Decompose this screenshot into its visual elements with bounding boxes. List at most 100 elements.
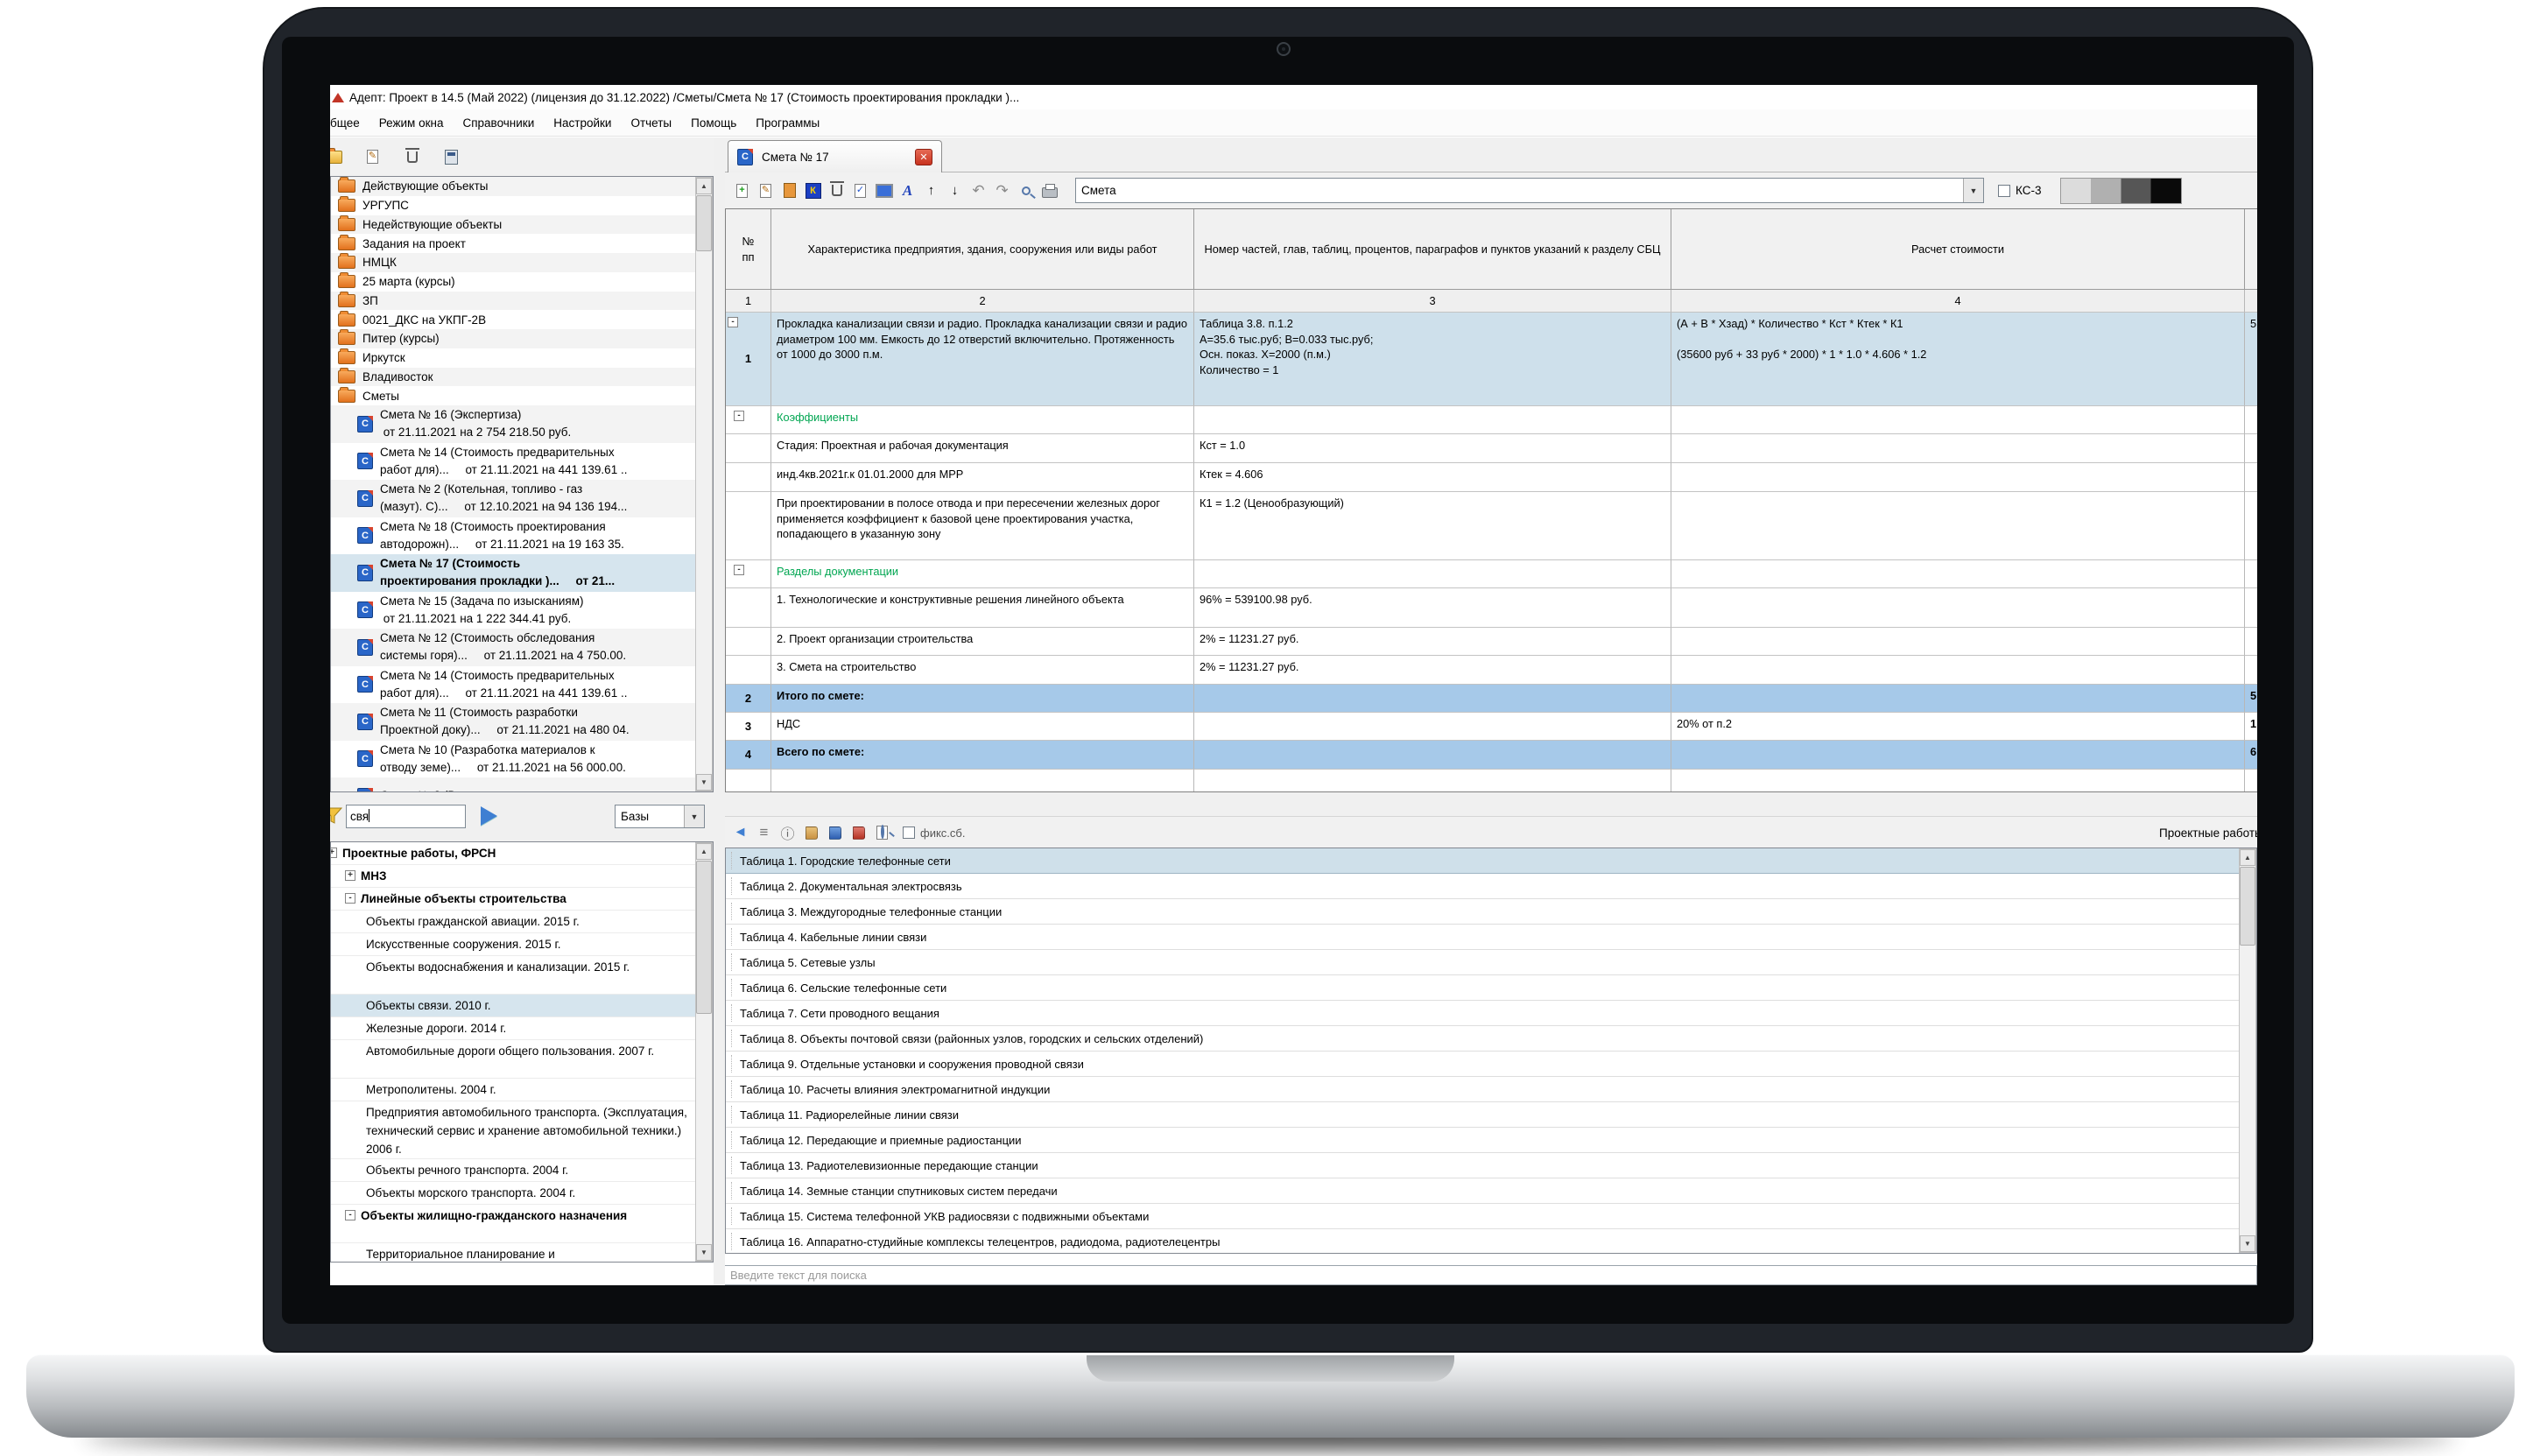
cell-group-label[interactable]: Разделы документации: [771, 560, 1194, 588]
document-search-icon[interactable]: [870, 821, 894, 845]
menu-item-obshchee[interactable]: бщее: [330, 116, 360, 130]
list-item-table[interactable]: Таблица 7. Сети проводного вещания: [726, 1001, 2241, 1026]
tables-list-scrollbar[interactable]: ▲ ▼: [2239, 848, 2256, 1253]
cell-value[interactable]: Ктек = 4.606: [1194, 463, 1671, 492]
table-row-coefficient[interactable]: При проектировании в полосе отвода и при…: [726, 492, 2257, 560]
catalog-group[interactable]: -Объекты жилищно-гражданского назначения: [331, 1205, 697, 1243]
collapse-icon[interactable]: -: [734, 411, 744, 421]
cell-description[interactable]: Прокладка канализации связи и радио. Про…: [771, 313, 1194, 406]
bases-dropdown[interactable]: Базы ▼: [615, 805, 705, 828]
fixed-collection-checkbox[interactable]: [903, 826, 915, 839]
close-icon[interactable]: ✕: [915, 149, 932, 165]
grayscale-swatch[interactable]: [2060, 178, 2182, 204]
tree-folder[interactable]: УРГУПС: [331, 196, 697, 215]
tree-estimate-item[interactable]: CСмета № 11 (Стоимость разработкиПроектн…: [331, 703, 697, 741]
table-row-vat[interactable]: 3 НДС 20% от п.2 1: [726, 713, 2257, 741]
list-item-table[interactable]: Таблица 2. Документальная электросвязь: [726, 874, 2241, 899]
cell-description[interactable]: 3. Смета на строительство: [771, 656, 1194, 685]
list-item-table[interactable]: Таблица 15. Система телефонной УКВ радио…: [726, 1204, 2241, 1229]
filter-icon[interactable]: [330, 806, 342, 826]
scrollbar-thumb[interactable]: [696, 861, 712, 1014]
scrollbar-thumb[interactable]: [2240, 867, 2255, 946]
vertical-splitter[interactable]: [714, 137, 725, 1285]
menu-item-nastroyki[interactable]: Настройки: [553, 116, 611, 130]
list-item-table[interactable]: Таблица 3. Междугородные телефонные стан…: [726, 899, 2241, 925]
scroll-down-icon[interactable]: ▼: [696, 1244, 712, 1261]
tree-folder[interactable]: 0021_ДКС на УКПГ-2В: [331, 310, 697, 329]
undo-icon[interactable]: ↶: [967, 179, 990, 202]
menu-item-programmy[interactable]: Программы: [756, 116, 820, 130]
horizontal-splitter[interactable]: [725, 792, 2257, 816]
tree-folder[interactable]: 25 марта (курсы): [331, 272, 697, 292]
expander-icon[interactable]: +: [331, 848, 337, 858]
chevron-down-icon[interactable]: ▼: [684, 805, 704, 827]
list-item-table[interactable]: Таблица 14. Земные станции спутниковых с…: [726, 1178, 2241, 1204]
catalog-item[interactable]: Искусственные сооружения. 2015 г.: [331, 933, 697, 956]
new-object-icon[interactable]: [330, 145, 345, 169]
list-item-table[interactable]: Таблица 11. Радиорелейные линии связи: [726, 1102, 2241, 1128]
catalog-search-input[interactable]: свя: [346, 805, 466, 828]
cell-total-label[interactable]: Всего по смете:: [771, 741, 1194, 770]
chevron-down-icon[interactable]: ▼: [1963, 179, 1983, 202]
table-row-position[interactable]: -1 Прокладка канализации связи и радио. …: [726, 313, 2257, 406]
collapse-icon[interactable]: -: [728, 317, 738, 327]
edit-icon[interactable]: ✎: [361, 145, 384, 169]
tree-folder[interactable]: Задания на проект: [331, 234, 697, 253]
table-row-section[interactable]: 2. Проект организации строительства 2% =…: [726, 628, 2257, 656]
reference-search-input[interactable]: [725, 1265, 2257, 1285]
tree-estimate-item[interactable]: CСмета № 3 (Воздушные линии: [331, 777, 697, 791]
scroll-up-icon[interactable]: ▲: [696, 843, 712, 860]
cell-value[interactable]: Кст = 1.0: [1194, 434, 1671, 463]
ks3-checkbox[interactable]: [1998, 185, 2010, 197]
menu-item-spravochniki[interactable]: Справочники: [462, 116, 534, 130]
cell-sum-clipped[interactable]: 5: [2245, 685, 2257, 713]
table-row-grand-total[interactable]: 4 Всего по смете: 6: [726, 741, 2257, 770]
catalog-item[interactable]: Метрополитены. 2004 г.: [331, 1079, 697, 1101]
list-item-table-selected[interactable]: Таблица 1. Городские телефонные сети: [726, 848, 2241, 874]
catalog-item[interactable]: Объекты морского транспорта. 2004 г.: [331, 1182, 697, 1205]
catalog-root[interactable]: +Проектные работы, ФРСН: [331, 842, 697, 865]
catalog-tree-scrollbar[interactable]: ▲ ▼: [695, 842, 713, 1262]
list-item-table[interactable]: Таблица 6. Сельские телефонные сети: [726, 975, 2241, 1001]
catalog-item[interactable]: Объекты водоснабжения и канализации. 201…: [331, 956, 697, 995]
collapse-icon[interactable]: -: [734, 565, 744, 575]
catalog-item-selected[interactable]: Объекты связи. 2010 г.: [331, 995, 697, 1017]
tree-estimate-item[interactable]: CСмета № 16 (Экспертиза) от 21.11.2021 н…: [331, 405, 697, 443]
tab-smeta-17[interactable]: C Смета № 17 ✕: [728, 140, 942, 172]
check-row-icon[interactable]: ✓: [848, 179, 872, 202]
table-row-coefficient[interactable]: Стадия: Проектная и рабочая документация…: [726, 434, 2257, 463]
red-book-icon[interactable]: [847, 821, 870, 845]
estimate-mode-dropdown[interactable]: Смета ▼: [1075, 178, 1984, 203]
cell-description[interactable]: При проектировании в полосе отвода и при…: [771, 492, 1194, 560]
tree-estimate-item[interactable]: CСмета № 14 (Стоимость предварительныхра…: [331, 666, 697, 704]
info-icon[interactable]: ⓘ: [776, 821, 799, 845]
list-icon[interactable]: ≡: [752, 821, 776, 845]
cell-value[interactable]: 96% = 539100.98 руб.: [1194, 588, 1671, 628]
font-style-icon[interactable]: A: [896, 179, 919, 202]
scroll-up-icon[interactable]: ▲: [2240, 849, 2255, 866]
tree-estimate-item[interactable]: CСмета № 10 (Разработка материалов котво…: [331, 741, 697, 778]
scroll-down-icon[interactable]: ▼: [696, 774, 712, 791]
tree-estimate-item[interactable]: CСмета № 15 (Задача по изысканиям) от 21…: [331, 592, 697, 630]
calculator-icon[interactable]: [440, 145, 463, 169]
scroll-down-icon[interactable]: ▼: [2240, 1235, 2255, 1252]
cell-description[interactable]: 1. Технологические и конструктивные реше…: [771, 588, 1194, 628]
cell-value[interactable]: 2% = 11231.27 руб.: [1194, 656, 1671, 685]
table-row-section[interactable]: 3. Смета на строительство 2% = 11231.27 …: [726, 656, 2257, 685]
catalog-item[interactable]: Объекты гражданской авиации. 2015 г.: [331, 911, 697, 933]
tree-folder[interactable]: ЗП: [331, 292, 697, 311]
menu-item-rezhim-okna[interactable]: Режим окна: [379, 116, 444, 130]
edit-row-icon[interactable]: ✎: [754, 179, 777, 202]
cell-group-label[interactable]: Коэффициенты: [771, 406, 1194, 434]
list-item-table[interactable]: Таблица 9. Отдельные установки и сооруже…: [726, 1052, 2241, 1077]
paste-icon[interactable]: [777, 179, 801, 202]
list-item-table[interactable]: Таблица 13. Радиотелевизионные передающи…: [726, 1153, 2241, 1178]
scroll-up-icon[interactable]: ▲: [696, 178, 712, 194]
table-row-subtotal[interactable]: 2 Итого по смете: 5: [726, 685, 2257, 713]
table-row-group[interactable]: - Коэффициенты: [726, 406, 2257, 434]
catalog-item[interactable]: Автомобильные дороги общего пользования.…: [331, 1040, 697, 1079]
table-row-section[interactable]: 1. Технологические и конструктивные реше…: [726, 588, 2257, 628]
window-titlebar[interactable]: Адепт: Проект в 14.5 (Май 2022) (лицензи…: [330, 85, 2257, 109]
add-row-icon[interactable]: +: [730, 179, 754, 202]
blue-book-icon[interactable]: [823, 821, 847, 845]
